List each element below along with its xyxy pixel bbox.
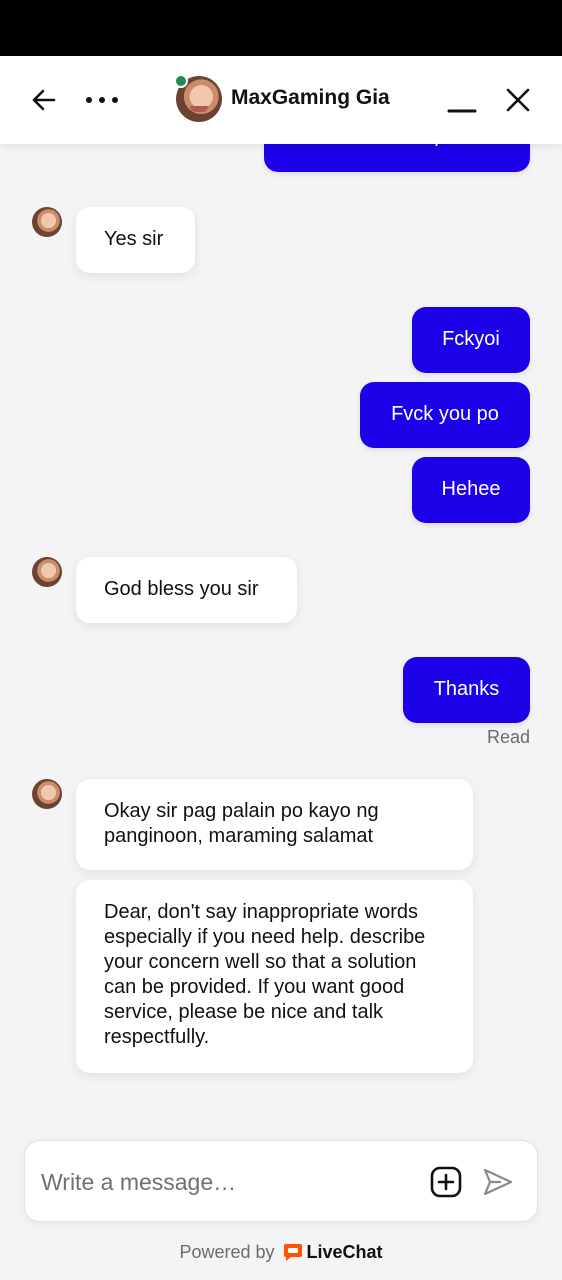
outgoing-message: So i need to depo first (264, 144, 530, 172)
livechat-logo-icon (283, 1244, 302, 1261)
close-icon (506, 88, 530, 112)
online-status-dot (174, 74, 188, 88)
add-attachment-button[interactable] (429, 1165, 463, 1199)
livechat-brand-label: LiveChat (306, 1241, 383, 1262)
more-dots-icon (86, 97, 118, 103)
outgoing-message: Thanks (403, 657, 530, 723)
add-attachment-icon (430, 1166, 462, 1198)
status-bar (0, 0, 562, 56)
send-icon (483, 1168, 513, 1196)
agent-name: MaxGaming Gia (231, 86, 390, 109)
chat-header: MaxGaming Gia (0, 56, 562, 144)
back-button[interactable] (22, 80, 66, 120)
agent-avatar-small (32, 779, 62, 809)
message-composer (24, 1140, 538, 1222)
arrow-left-icon (32, 89, 56, 111)
incoming-message: Dear, don't say inappropriate words espe… (76, 880, 473, 1073)
minimize-icon (447, 109, 477, 113)
incoming-message: Yes sir (76, 207, 195, 273)
read-receipt: Read (486, 727, 530, 747)
send-button[interactable] (481, 1165, 515, 1199)
close-button[interactable] (496, 80, 540, 120)
outgoing-message: Fckyoi (412, 307, 530, 373)
incoming-message: Okay sir pag palain po kayo ng panginoon… (76, 779, 473, 870)
incoming-message: God bless you sir (76, 557, 297, 623)
agent-avatar (174, 74, 222, 122)
agent-avatar-small (32, 207, 62, 237)
outgoing-message: Hehee (412, 457, 530, 523)
minimize-button[interactable] (440, 80, 484, 120)
livechat-brand[interactable]: LiveChat (283, 1242, 383, 1263)
agent-avatar-small (32, 557, 62, 587)
message-list[interactable]: So i need to depo first Yes sir Fckyoi F… (0, 144, 562, 1134)
outgoing-message: Fvck you po (360, 382, 530, 448)
powered-by-label: Powered by (179, 1241, 275, 1262)
powered-by-footer: Powered by LiveChat (0, 1240, 562, 1264)
more-options-button[interactable] (80, 80, 124, 120)
message-input[interactable] (41, 1161, 411, 1203)
